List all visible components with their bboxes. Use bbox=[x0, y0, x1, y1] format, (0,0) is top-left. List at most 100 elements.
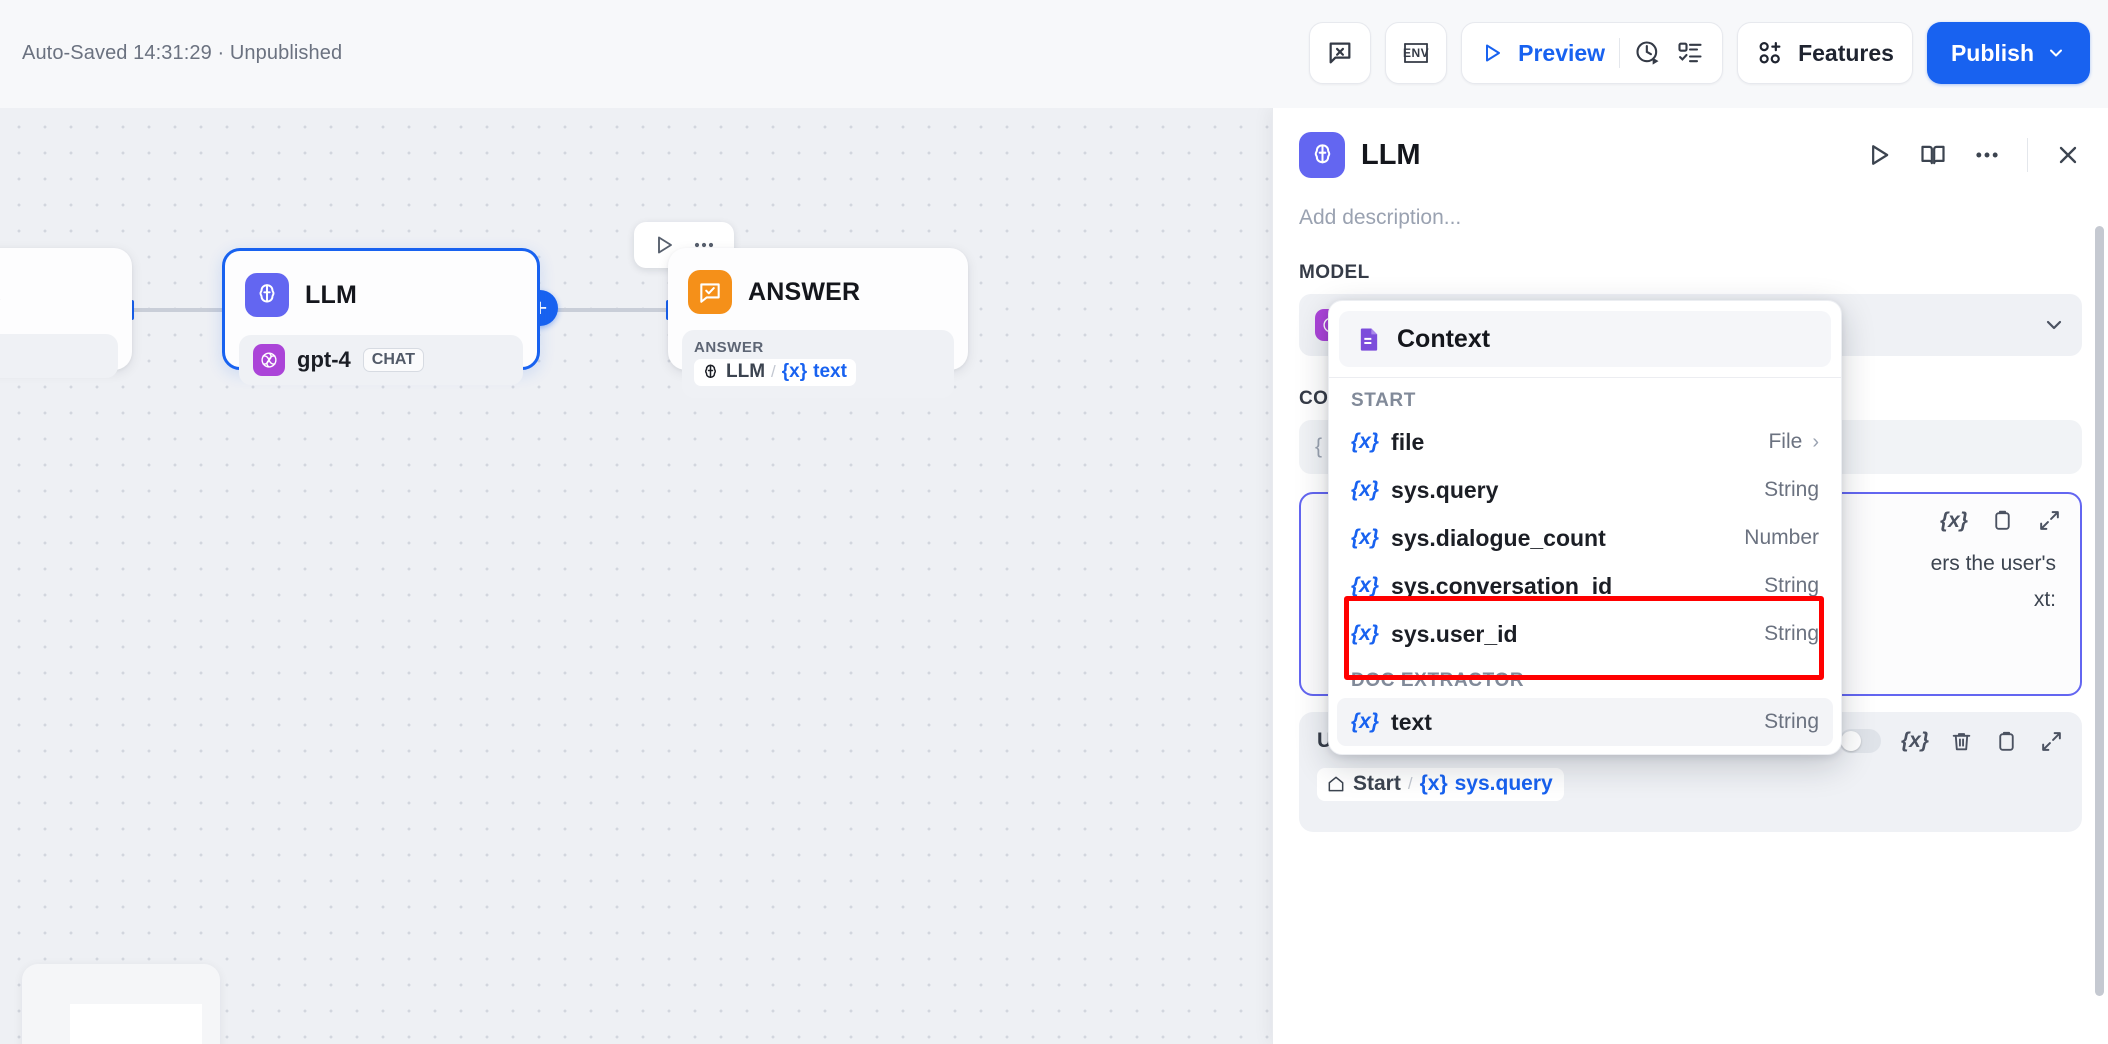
node-output-block: ANSWER LLM / {x} text bbox=[682, 330, 954, 398]
llm-brain-icon bbox=[701, 363, 720, 382]
answer-bubble-icon bbox=[688, 270, 732, 314]
variable-name: sys.user_id bbox=[1391, 620, 1518, 647]
insert-variable-icon[interactable]: {x} bbox=[1901, 729, 1929, 753]
pill-node-name: Start bbox=[1353, 772, 1401, 795]
variable-row-file[interactable]: {x} file File › bbox=[1329, 418, 1841, 466]
node-title: TOR bbox=[0, 278, 1, 307]
play-icon bbox=[1480, 41, 1504, 65]
top-toolbar: Auto-Saved 14:31:29 · Unpublished ENV Pr… bbox=[0, 0, 2108, 108]
variable-row-sys-user-id[interactable]: {x} sys.user_id String bbox=[1329, 610, 1841, 658]
pill-var-prefix: {x} bbox=[1419, 772, 1448, 795]
canvas-minimap[interactable] bbox=[22, 964, 220, 1044]
minimap-viewport bbox=[70, 1004, 202, 1044]
workflow-canvas[interactable]: + TOR bbox=[0, 108, 1272, 1044]
toolbar-divider bbox=[1619, 38, 1621, 68]
variable-type: File bbox=[1768, 430, 1803, 453]
node-doc-extractor[interactable]: TOR bbox=[0, 248, 132, 378]
variable-prefix-icon: {x} bbox=[1351, 574, 1380, 597]
expand-icon[interactable] bbox=[2039, 729, 2064, 754]
ellipsis-icon[interactable] bbox=[1973, 141, 2001, 169]
features-label: Features bbox=[1798, 39, 1894, 66]
copy-icon[interactable] bbox=[1990, 508, 2015, 533]
output-node-name: LLM bbox=[726, 361, 766, 382]
group-label-start: START bbox=[1351, 390, 1416, 411]
preview-label: Preview bbox=[1518, 39, 1606, 66]
features-button[interactable]: Features bbox=[1737, 22, 1913, 84]
close-icon[interactable] bbox=[2054, 141, 2082, 169]
expand-icon[interactable] bbox=[2037, 508, 2062, 533]
panel-actions bbox=[1865, 138, 2082, 172]
description-input[interactable]: Add description... bbox=[1273, 178, 2108, 230]
book-icon[interactable] bbox=[1919, 141, 1947, 169]
variable-name: sys.query bbox=[1391, 476, 1499, 503]
chat-flow-icon bbox=[1326, 39, 1354, 67]
output-var-prefix: {x} bbox=[781, 361, 808, 382]
variable-type: Number bbox=[1744, 526, 1819, 549]
play-icon[interactable] bbox=[1865, 141, 1893, 169]
variable-type: String bbox=[1764, 622, 1819, 645]
group-label-doc-extractor: DOC EXTRACTOR bbox=[1351, 670, 1525, 691]
variable-row-sys-dialogue-count[interactable]: {x} sys.dialogue_count Number bbox=[1329, 514, 1841, 562]
env-button[interactable]: ENV bbox=[1385, 22, 1448, 84]
node-title: LLM bbox=[305, 280, 357, 309]
panel-divider bbox=[2027, 138, 2028, 172]
autosave-status: Auto-Saved 14:31:29 · Unpublished bbox=[22, 42, 343, 64]
variable-row-sys-query[interactable]: {x} sys.query String bbox=[1329, 466, 1841, 514]
panel-title: LLM bbox=[1361, 138, 1421, 171]
variable-type: String bbox=[1764, 478, 1819, 501]
variable-name: text bbox=[1391, 708, 1432, 735]
llm-brain-icon bbox=[1299, 132, 1345, 178]
variable-type: String bbox=[1764, 710, 1819, 733]
toggle-knob bbox=[1840, 731, 1861, 751]
panel-scrollbar[interactable] bbox=[2095, 226, 2104, 996]
model-name: gpt-4 bbox=[297, 347, 351, 372]
user-prompt-variable-pill[interactable]: Start / {x} sys.query bbox=[1317, 768, 1564, 801]
publish-label: Publish bbox=[1950, 39, 2034, 66]
chevron-down-icon bbox=[2046, 43, 2066, 63]
run-history-icon[interactable] bbox=[1634, 39, 1662, 67]
openai-icon bbox=[253, 344, 285, 376]
node-model-chip[interactable]: gpt-4 CHAT bbox=[239, 335, 523, 385]
variable-prefix-icon: {x} bbox=[1351, 430, 1380, 453]
node-answer[interactable]: ANSWER ANSWER LLM / {x} text bbox=[668, 248, 968, 398]
output-var-name: text bbox=[813, 361, 847, 382]
node-header: TOR bbox=[0, 248, 132, 320]
context-doc-icon bbox=[1355, 325, 1383, 353]
edge-docext-to-llm bbox=[132, 308, 224, 312]
variable-prefix-icon: {x} bbox=[1351, 478, 1380, 501]
chat-flow-button[interactable] bbox=[1309, 22, 1372, 84]
output-caption: ANSWER bbox=[694, 339, 764, 356]
toolbar-actions: ENV Preview Features Publish bbox=[1309, 22, 2090, 84]
variable-name: sys.dialogue_count bbox=[1391, 524, 1606, 551]
add-person-icon bbox=[1756, 39, 1784, 67]
variable-prefix-icon: {x} bbox=[1351, 526, 1380, 549]
preview-group[interactable]: Preview bbox=[1461, 22, 1724, 84]
checklist-icon[interactable] bbox=[1676, 39, 1704, 67]
variable-type: String bbox=[1764, 574, 1819, 597]
context-option-row[interactable]: Context bbox=[1339, 311, 1831, 367]
insert-variable-icon[interactable]: {x} bbox=[1940, 509, 1968, 533]
output-separator: / bbox=[771, 362, 776, 381]
publish-button[interactable]: Publish bbox=[1926, 22, 2090, 84]
variable-row-sys-conversation-id[interactable]: {x} sys.conversation_id String bbox=[1329, 562, 1841, 610]
pill-separator: / bbox=[1407, 774, 1413, 793]
llm-brain-icon bbox=[245, 273, 289, 317]
jinja-toggle[interactable] bbox=[1838, 729, 1881, 753]
pill-var-name: sys.query bbox=[1454, 772, 1553, 795]
copy-icon[interactable] bbox=[1994, 729, 2019, 754]
edge-llm-to-answer bbox=[540, 308, 670, 312]
node-body bbox=[0, 334, 118, 378]
chevron-right-icon: › bbox=[1812, 430, 1819, 453]
trash-icon[interactable] bbox=[1949, 729, 1974, 754]
variable-picker-popup[interactable]: Context START {x} file File › {x} sys.qu… bbox=[1328, 300, 1842, 755]
home-icon bbox=[1326, 774, 1346, 794]
variable-name: file bbox=[1391, 428, 1425, 455]
env-label: ENV bbox=[1403, 46, 1430, 60]
chevron-down-icon bbox=[2042, 313, 2066, 337]
node-llm[interactable]: LLM gpt-4 CHAT bbox=[222, 248, 540, 385]
panel-header: LLM bbox=[1273, 108, 2108, 178]
variable-prefix-icon: {x} bbox=[1351, 710, 1380, 733]
output-variable-pill[interactable]: LLM / {x} text bbox=[694, 359, 856, 386]
variable-row-text[interactable]: {x} text String bbox=[1337, 698, 1833, 746]
variable-prefix-icon: {x} bbox=[1351, 622, 1380, 645]
